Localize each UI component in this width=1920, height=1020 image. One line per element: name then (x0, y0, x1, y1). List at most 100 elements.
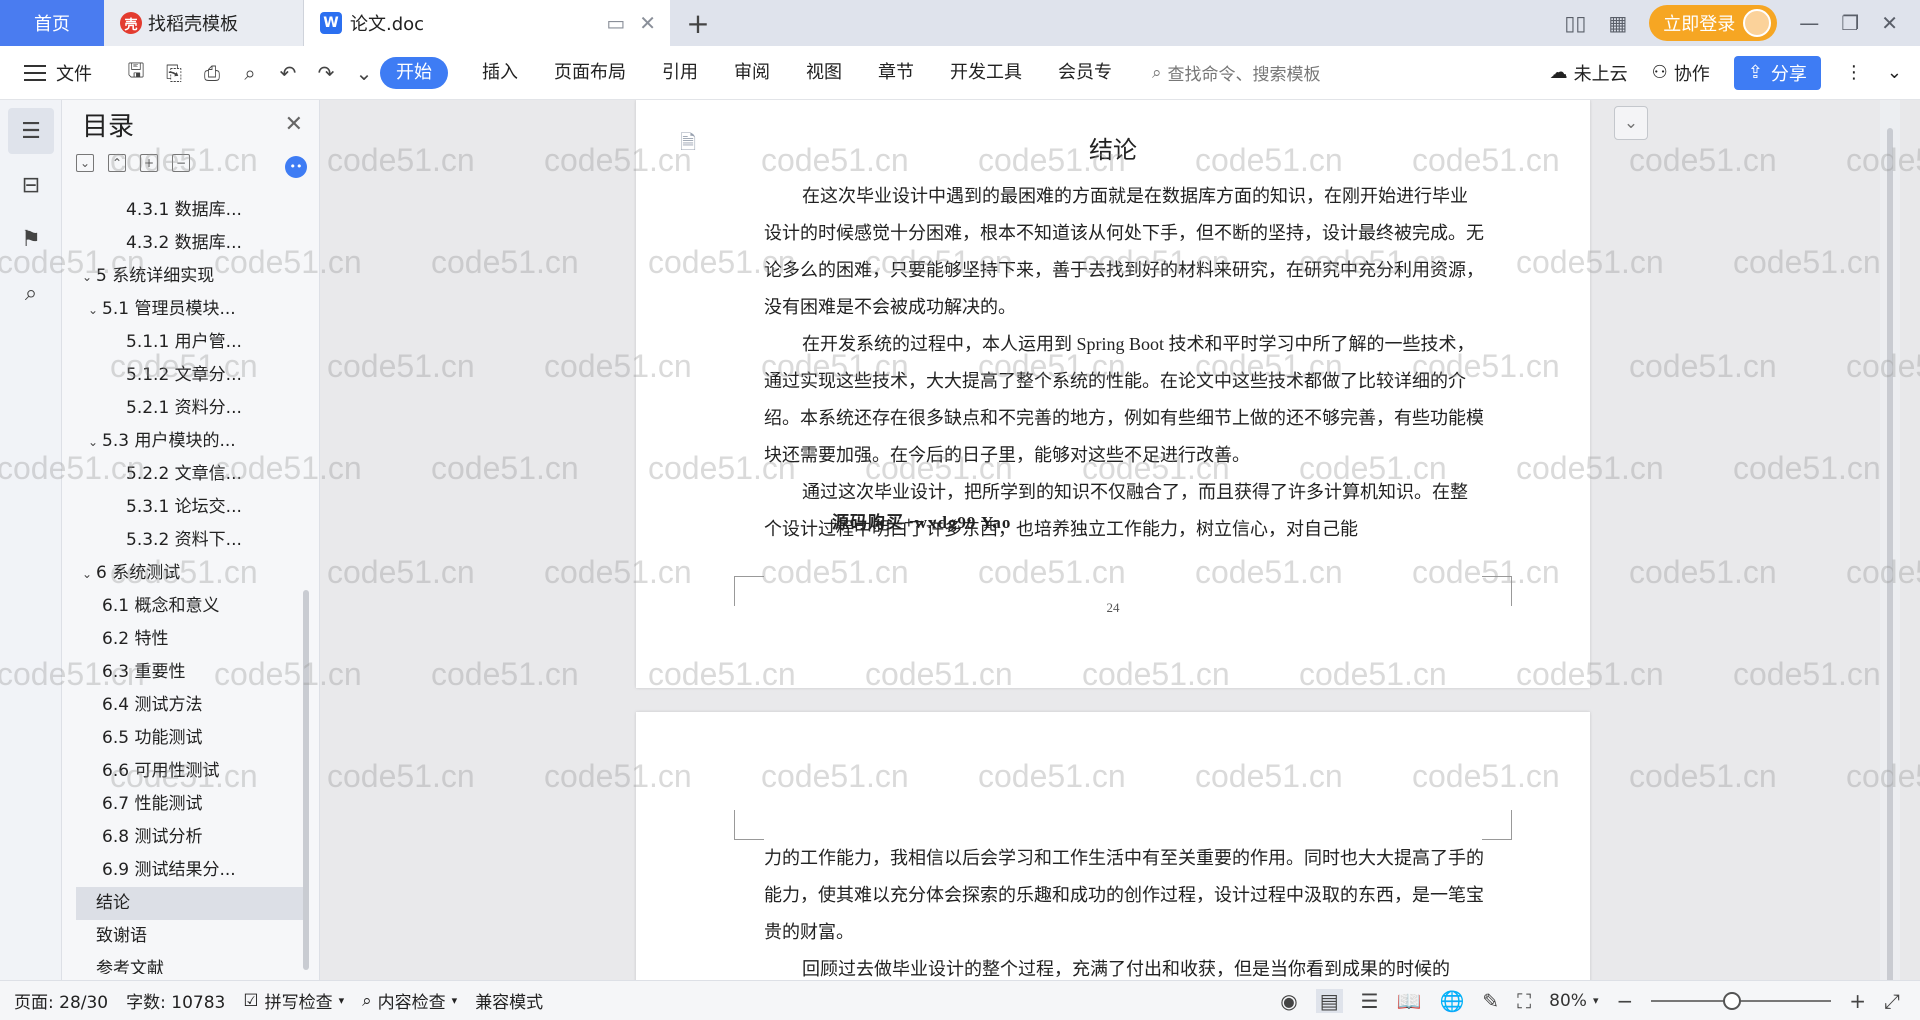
menu-page-layout[interactable]: 页面布局 (536, 57, 644, 89)
word-count[interactable]: 字数: 10783 (126, 988, 225, 1013)
login-button[interactable]: 立即登录 (1649, 5, 1778, 41)
zoom-in-icon[interactable]: + (1849, 989, 1866, 1013)
document-page[interactable]: 力的工作能力，我相信以后会学习和工作生活中有至关重要的作用。同时也大大提高了手的… (636, 712, 1590, 980)
page-view-icon[interactable]: ▤ (1315, 988, 1343, 1013)
minimize-icon[interactable]: — (1799, 11, 1819, 35)
toc-scrollbar[interactable] (303, 590, 309, 970)
screen-icon[interactable]: ▭ (606, 11, 625, 35)
print-preview-icon[interactable]: ⌕ (238, 61, 262, 85)
toc-item[interactable]: ⌄ 5 系统详细实现 (76, 260, 306, 293)
remove-heading-icon[interactable]: − (172, 154, 190, 172)
toc-item[interactable]: 6.4 测试方法 (76, 689, 306, 722)
fullscreen-icon[interactable]: ⤢ (1884, 989, 1900, 1013)
scroll-thumb[interactable] (1887, 128, 1893, 980)
undo-icon[interactable]: ↶ (276, 61, 300, 85)
toc-item[interactable]: 4.3.1 数据库... (76, 194, 306, 227)
grid-apps-icon[interactable]: ▦ (1608, 11, 1627, 35)
zoom-slider-handle[interactable] (1723, 991, 1742, 1010)
eye-icon[interactable]: ◉ (1280, 989, 1297, 1013)
spell-check-button[interactable]: ☑ 拼写检查 ▾ (243, 988, 344, 1014)
menu-references[interactable]: 引用 (644, 57, 716, 89)
outline-view-icon[interactable]: ☰ (1361, 989, 1379, 1013)
toc-item[interactable]: 致谢语 (76, 920, 306, 953)
restore-icon[interactable]: ❐ (1841, 11, 1859, 35)
toc-item[interactable]: 6.1 概念和意义 (76, 590, 306, 623)
close-window-icon[interactable]: ✕ (1881, 11, 1898, 35)
layout-icon[interactable]: ▯▯ (1564, 11, 1586, 35)
read-view-icon[interactable]: 📖 (1397, 989, 1422, 1013)
collapse-ribbon-icon[interactable]: ⌄ (1887, 62, 1902, 83)
command-search[interactable]: ⌕ 查找命令、搜索模板 (1152, 60, 1462, 86)
toc-item[interactable]: 5.3.2 资料下... (76, 524, 306, 557)
toc-item[interactable]: 6.9 测试结果分... (76, 854, 306, 887)
chevron-down-icon: ▾ (1592, 994, 1599, 1007)
close-icon[interactable]: ✕ (285, 112, 303, 137)
zoom-slider[interactable] (1651, 991, 1832, 1010)
chevron-down-icon[interactable]: ⌄ (82, 261, 96, 293)
find-icon[interactable]: ⌕ (8, 270, 54, 316)
user-add-icon: ⚇ (1651, 62, 1668, 83)
new-tab-button[interactable]: + (670, 0, 726, 46)
menu-section[interactable]: 章节 (860, 57, 932, 89)
toc-item[interactable]: 5.2.1 资料分... (76, 392, 306, 425)
tab-template[interactable]: 壳 找稻壳模板 (104, 0, 304, 46)
toc-item[interactable]: 5.3.1 论坛交... (76, 491, 306, 524)
toc-item[interactable]: ⌄ 6 系统测试 (76, 557, 306, 590)
menu-insert[interactable]: 插入 (464, 57, 536, 89)
tab-document[interactable]: W 论文.doc ▭ ✕ (304, 0, 670, 46)
save-icon[interactable]: 🖫 (124, 56, 148, 90)
print-icon[interactable]: ⎙ (200, 61, 224, 85)
bookmark-icon[interactable]: ⚑ (8, 216, 54, 262)
chevron-down-icon[interactable]: ⌄ (88, 294, 102, 326)
menu-view[interactable]: 视图 (788, 57, 860, 89)
toc-item[interactable]: 4.3.2 数据库... (76, 227, 306, 260)
toc-item[interactable]: 6.3 重要性 (76, 656, 306, 689)
cloud-status[interactable]: ☁ 未上云 (1550, 60, 1628, 86)
more-dropdown-icon[interactable]: ⌄ (352, 61, 376, 85)
toc-item[interactable]: ⌄ 5.3 用户模块的... (76, 425, 306, 458)
collaborate-button[interactable]: ⚇ 协作 (1652, 60, 1710, 86)
toc-item[interactable]: 6.5 功能测试 (76, 722, 306, 755)
web-view-icon[interactable]: 🌐 (1439, 989, 1464, 1013)
content-check-button[interactable]: ⌕ 内容检查 ▾ (362, 988, 457, 1014)
toc-item[interactable]: 6.8 测试分析 (76, 821, 306, 854)
chevron-down-icon[interactable]: ⌄ (88, 426, 102, 458)
zoom-select[interactable]: 80% ▾ (1549, 991, 1598, 1011)
expand-all-icon[interactable]: ⌄ (76, 154, 94, 172)
cloud-label: 未上云 (1573, 63, 1628, 85)
toc-item[interactable]: 5.1.1 用户管... (76, 326, 306, 359)
pen-icon[interactable]: ✎ (1482, 989, 1499, 1013)
menu-developer[interactable]: 开发工具 (932, 57, 1040, 89)
toc-item[interactable]: 结论 (76, 887, 306, 920)
redo-icon[interactable]: ↷ (314, 61, 338, 85)
file-menu-button[interactable]: 文件 (0, 60, 120, 86)
collapse-all-icon[interactable]: ⌃ (108, 154, 126, 172)
toc-item[interactable]: ⌄ 5.1 管理员模块... (76, 293, 306, 326)
fit-page-icon[interactable]: ⛶ (1517, 989, 1531, 1013)
document-page[interactable]: 🗎 结论 在这次毕业设计中遇到的最困难的方面就是在数据库方面的知识，在刚开始进行… (636, 100, 1590, 688)
toc-item[interactable]: 6.6 可用性测试 (76, 755, 306, 788)
menu-member[interactable]: 会员专 (1040, 57, 1130, 89)
chevron-down-icon[interactable]: ⌄ (82, 558, 96, 590)
ai-assistant-icon[interactable]: •• (285, 156, 307, 178)
collapse-panel-icon[interactable]: ⌄ (1614, 106, 1648, 140)
menu-home[interactable]: 开始 (380, 56, 448, 89)
toc-item[interactable]: 6.7 性能测试 (76, 788, 306, 821)
toc-item[interactable]: 参考文献 (76, 953, 306, 974)
tab-home[interactable]: 首页 (0, 0, 104, 46)
chapter-nav-icon[interactable]: ⊟ (8, 162, 54, 208)
close-tab-icon[interactable]: ✕ (639, 11, 656, 35)
add-heading-icon[interactable]: + (140, 154, 158, 172)
toc-panel-icon[interactable]: ☰ (8, 108, 54, 154)
menu-review[interactable]: 审阅 (716, 57, 788, 89)
page-counter[interactable]: 页面: 28/30 (14, 988, 108, 1013)
toc-item[interactable]: 6.2 特性 (76, 623, 306, 656)
toc-item-label: 5.2.1 资料分... (126, 398, 242, 418)
export-icon[interactable]: ⎘ (162, 61, 186, 85)
more-options-icon[interactable]: ⋮ (1845, 62, 1863, 83)
vertical-scrollbar[interactable] (1880, 100, 1900, 980)
share-button[interactable]: ⇪ 分享 (1733, 55, 1821, 90)
toc-item[interactable]: 5.1.2 文章分... (76, 359, 306, 392)
toc-item[interactable]: 5.2.2 文章信... (76, 458, 306, 491)
zoom-out-icon[interactable]: − (1616, 989, 1633, 1013)
